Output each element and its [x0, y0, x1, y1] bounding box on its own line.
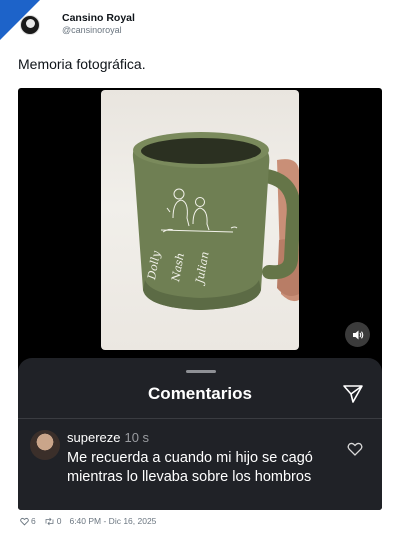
tweet-header: Cansino Royal @cansinoroyal: [20, 12, 135, 36]
author-display-name[interactable]: Cansino Royal: [62, 12, 135, 25]
like-action[interactable]: 6: [20, 516, 36, 526]
commenter-avatar[interactable]: [30, 430, 60, 460]
retweet-count: 0: [56, 516, 62, 526]
retweet-action[interactable]: 0: [44, 516, 62, 526]
comment-header: supereze 10 s: [67, 430, 149, 445]
like-count: 6: [31, 516, 36, 526]
commenter-username[interactable]: supereze: [67, 430, 120, 445]
comment-text: Me recuerda a cuando mi hijo se cagó mie…: [67, 450, 313, 485]
comments-title: Comentarios: [148, 384, 252, 403]
tweet-footer: 6 0 6:40 PM - Dic 16, 2025: [20, 516, 156, 526]
comment-like-heart-icon[interactable]: [347, 441, 363, 457]
comments-sheet: Comentarios supereze 10 s Me recuerda a c…: [18, 358, 382, 510]
tweet-text: Memoria fotográfica.: [18, 56, 146, 72]
mug-illustration: Dolly Nash Julian: [132, 132, 299, 310]
retweet-icon: [45, 517, 54, 525]
comment-time: 10 s: [124, 430, 150, 445]
author-avatar[interactable]: [20, 15, 40, 35]
mug-photo: Dolly Nash Julian: [101, 90, 299, 350]
author-handle[interactable]: @cansinoroyal: [62, 25, 135, 36]
speaker-icon: [352, 330, 363, 339]
sheet-drag-handle[interactable]: [186, 370, 216, 373]
sheet-divider: [18, 418, 382, 419]
author-names: Cansino Royal @cansinoroyal: [62, 12, 135, 36]
tweet-timestamp[interactable]: 6:40 PM - Dic 16, 2025: [69, 516, 156, 526]
share-send-icon[interactable]: [342, 383, 364, 405]
tweet-media[interactable]: Dolly Nash Julian Comentarios supereze 10…: [18, 88, 382, 510]
sound-toggle-button[interactable]: [345, 322, 370, 347]
heart-icon: [20, 517, 29, 526]
